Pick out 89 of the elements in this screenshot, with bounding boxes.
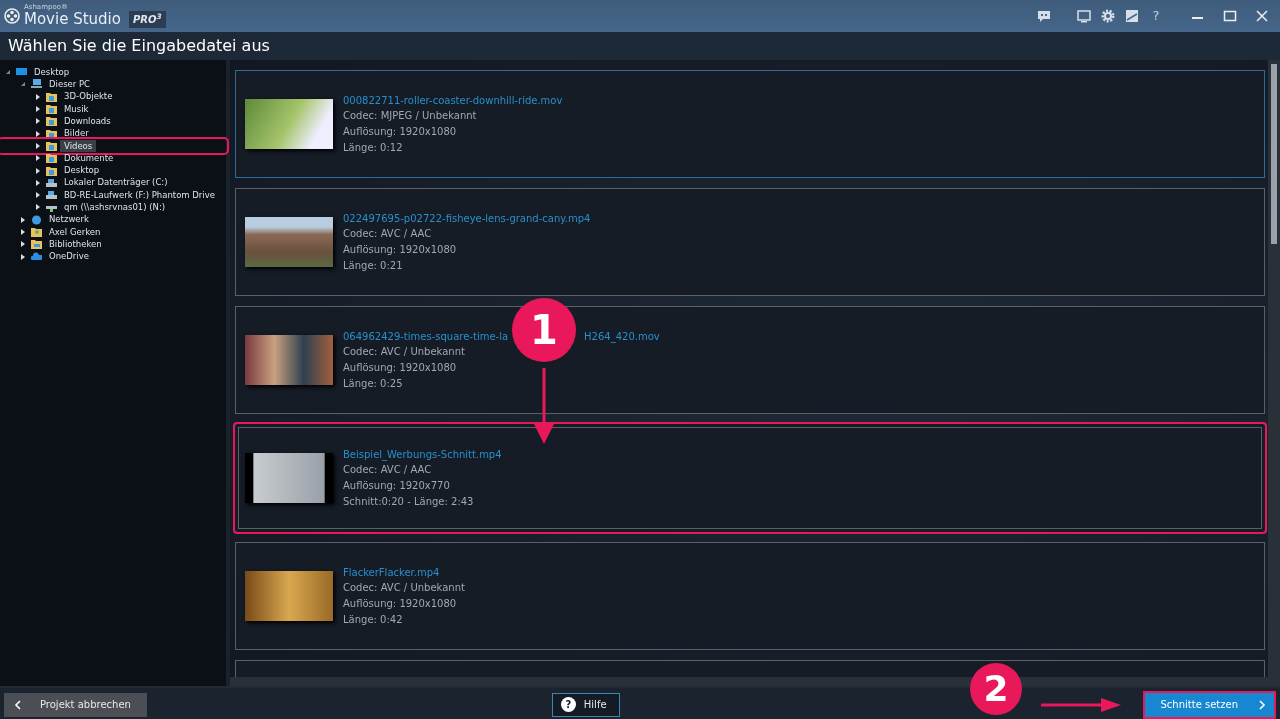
file-name[interactable]: FlackerFlacker.mp4 xyxy=(343,564,440,580)
resolution-text: Auflösung: 1920x770 xyxy=(343,478,451,493)
length-text: Länge: 0:21 xyxy=(343,258,404,273)
chevron-right-icon xyxy=(1258,699,1266,710)
file-name[interactable]: 000822711-roller-coaster-downhill-ride.mov xyxy=(343,92,563,108)
length-text: Länge: 0:12 xyxy=(343,140,404,155)
film-reel-icon xyxy=(4,8,20,24)
tree-item[interactable]: BD-RE-Laufwerk (F:) Phantom Drive xyxy=(60,188,219,202)
tree-item[interactable]: Dokumente xyxy=(60,151,118,165)
file-card[interactable]: 022497695-p02722-fisheye-lens-grand-cany.mp4 Codec: AVC / AAC Auflösung: 1920x1080 Länge: 0:21 xyxy=(233,186,1267,298)
expand-arrow-icon[interactable] xyxy=(36,204,40,211)
tree-item[interactable]: Lokaler Datenträger (C:) xyxy=(60,176,172,190)
expand-arrow-icon[interactable] xyxy=(36,130,40,137)
tree-item[interactable]: OneDrive xyxy=(45,250,93,263)
codec-text: Codec: AVC / Unbekannt xyxy=(343,580,465,595)
file-card[interactable]: Beispiel_Werbungs-Schnitt.mp4 Codec: AVC / AAC Auflösung: 1920x770 Schnitt:0:20 - Länge: 2:43 xyxy=(233,422,1267,534)
tree-item[interactable]: qm (\\ashsrvnas01) (N:) xyxy=(60,201,170,214)
expand-arrow-icon[interactable] xyxy=(36,106,40,113)
computer-icon xyxy=(31,79,42,90)
cancel-project-button[interactable]: Projekt abbrechen xyxy=(4,692,147,717)
folder-icon xyxy=(46,128,57,139)
tree-item[interactable]: Desktop xyxy=(30,65,74,79)
expand-arrow-icon[interactable] xyxy=(36,118,40,125)
expand-arrow-icon[interactable] xyxy=(36,142,40,149)
chevron-left-icon xyxy=(14,699,22,710)
library-icon xyxy=(31,239,42,250)
file-name[interactable]: 064962429-times-square-time-la xyxy=(343,328,509,344)
resolution-text: Auflösung: 1920x1080 xyxy=(343,360,458,375)
codec-text: Codec: MJPEG / Unbekannt xyxy=(343,108,478,123)
folder-icon xyxy=(46,116,57,127)
expand-arrow-icon[interactable] xyxy=(36,155,40,162)
file-name[interactable]: 022497695-p02722-fisheye-lens-grand-cany.mp4 xyxy=(343,210,591,226)
codec-text: Codec: AVC / Unbekannt xyxy=(343,344,466,359)
tree-item[interactable]: Bilder xyxy=(60,127,93,140)
tree-item[interactable]: Videos xyxy=(60,139,97,153)
drive-icon xyxy=(46,177,57,188)
app-title: Movie Studio xyxy=(24,12,121,27)
tree-item[interactable]: 3D-Objekte xyxy=(60,90,117,104)
help-icon[interactable]: ? xyxy=(1148,6,1164,26)
tree-item[interactable]: Netzwerk xyxy=(45,213,93,227)
folder-icon xyxy=(46,165,57,176)
collapse-arrow-icon[interactable] xyxy=(6,70,10,75)
length-text: Länge: 0:25 xyxy=(343,376,404,391)
settings-icon[interactable] xyxy=(1100,8,1116,24)
help-icon: ? xyxy=(560,697,576,712)
folder-icon xyxy=(46,91,57,102)
file-card[interactable]: 000822711-roller-coaster-downhill-ride.mov Codec: MJPEG / Unbekannt Auflösung: 1920x1080 Länge: 0:12 xyxy=(233,68,1267,180)
file-name-end[interactable]: H264_420.mov xyxy=(584,328,660,344)
expand-arrow-icon[interactable] xyxy=(21,229,25,235)
tree-item[interactable]: Dieser PC xyxy=(45,78,95,91)
tree-item[interactable]: Bibliotheken xyxy=(45,237,106,251)
resolution-text: Auflösung: 1920x1080 xyxy=(343,596,458,611)
drive-icon xyxy=(46,190,57,201)
tree-item[interactable]: Downloads xyxy=(60,114,115,128)
tree-item[interactable]: Axel Gerken xyxy=(45,225,105,239)
set-cuts-button[interactable]: Schnitte setzen xyxy=(1142,690,1276,719)
codec-text: Codec: AVC / AAC xyxy=(343,226,433,241)
tree-item[interactable]: Desktop xyxy=(60,164,104,177)
edition-label: PRO$^{3}$ xyxy=(128,11,166,28)
expand-arrow-icon[interactable] xyxy=(36,167,40,174)
folder-icon xyxy=(46,153,57,164)
expand-arrow-icon[interactable] xyxy=(36,192,40,199)
expand-arrow-icon[interactable] xyxy=(36,93,40,100)
expand-arrow-icon[interactable] xyxy=(21,216,25,223)
close-icon[interactable] xyxy=(1254,8,1270,24)
maximize-icon[interactable] xyxy=(1222,8,1238,24)
expand-arrow-icon[interactable] xyxy=(21,253,25,260)
length-text: Länge: 0:42 xyxy=(343,612,404,627)
screen-icon[interactable] xyxy=(1076,8,1092,24)
monitor-icon xyxy=(16,67,27,78)
file-name[interactable]: Beispiel_Werbungs-Schnitt.mp4 xyxy=(343,446,502,462)
resolution-text: Auflösung: 1920x1080 xyxy=(343,242,458,257)
folder-icon xyxy=(46,140,57,151)
globe-icon xyxy=(31,214,42,225)
user-folder-icon xyxy=(31,227,42,237)
page-heading: Wählen Sie die Eingabedatei aus xyxy=(8,35,270,57)
tree-item[interactable]: Musik xyxy=(60,102,93,116)
file-card[interactable]: FlackerFlacker.mp4 Codec: AVC / Unbekannt Auflösung: 1920x1080 Länge: 0:42 xyxy=(233,540,1267,652)
resolution-text: Auflösung: 1920x1080 xyxy=(343,124,458,139)
collapse-arrow-icon[interactable] xyxy=(21,82,25,87)
image-icon[interactable] xyxy=(1124,8,1140,24)
expand-arrow-icon[interactable] xyxy=(36,179,40,186)
help-button[interactable]: ? Hilfe xyxy=(551,692,620,717)
chat-icon[interactable] xyxy=(1036,8,1052,24)
cloud-icon xyxy=(31,251,42,262)
length-text: Schnitt:0:20 - Länge: 2:43 xyxy=(343,494,475,509)
folder-icon xyxy=(46,104,57,115)
codec-text: Codec: AVC / AAC xyxy=(343,462,433,477)
expand-arrow-icon[interactable] xyxy=(21,241,25,248)
